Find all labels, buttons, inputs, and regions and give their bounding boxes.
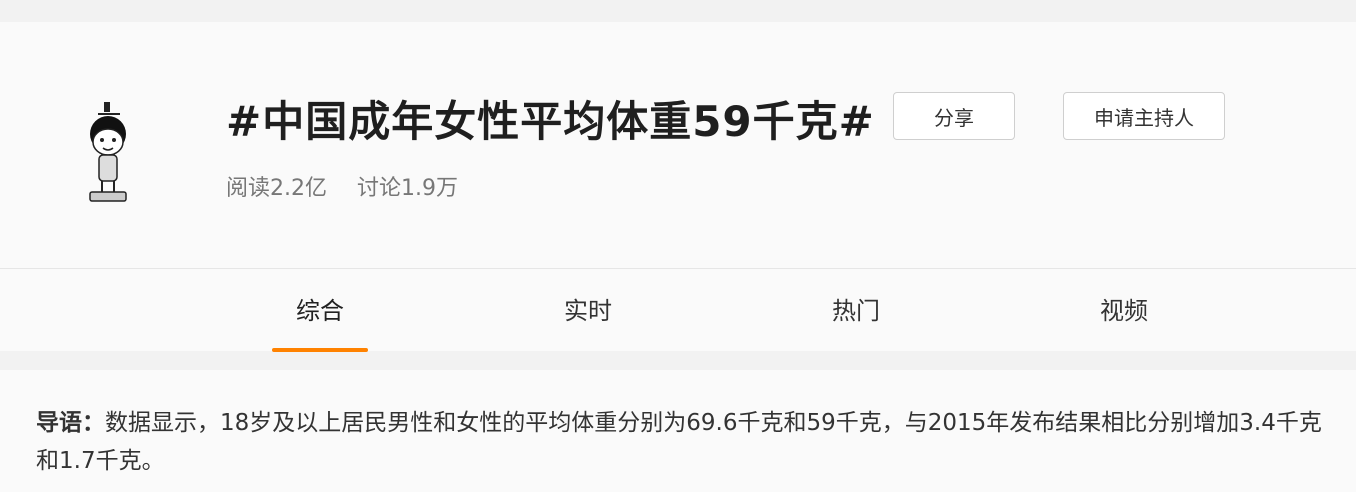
share-button[interactable]: 分享 [893, 92, 1015, 140]
section-gap [0, 352, 1356, 370]
intro-text-block: 导语：数据显示，18岁及以上居民男性和女性的平均体重分别为69.6千克和59千克… [36, 404, 1336, 480]
topic-title: #中国成年女性平均体重59千克# [226, 97, 875, 146]
intro-text: 数据显示，18岁及以上居民男性和女性的平均体重分别为69.6千克和59千克，与2… [36, 410, 1322, 474]
discussion-count: 讨论1.9万 [357, 176, 458, 201]
intro-label: 导语： [36, 410, 105, 436]
topic-avatar-icon [89, 102, 127, 202]
tab-hot[interactable]: 热门 [786, 291, 926, 326]
topic-stats: 阅读2.2亿 讨论1.9万 [226, 170, 488, 202]
top-strip [0, 0, 1356, 22]
apply-host-button[interactable]: 申请主持人 [1063, 92, 1225, 140]
tab-video[interactable]: 视频 [1054, 291, 1194, 326]
tab-realtime[interactable]: 实时 [518, 291, 658, 326]
tab-bar: 综合 实时 热门 视频 [0, 269, 1356, 351]
read-count: 阅读2.2亿 [226, 176, 327, 201]
tab-comprehensive[interactable]: 综合 [250, 291, 390, 326]
